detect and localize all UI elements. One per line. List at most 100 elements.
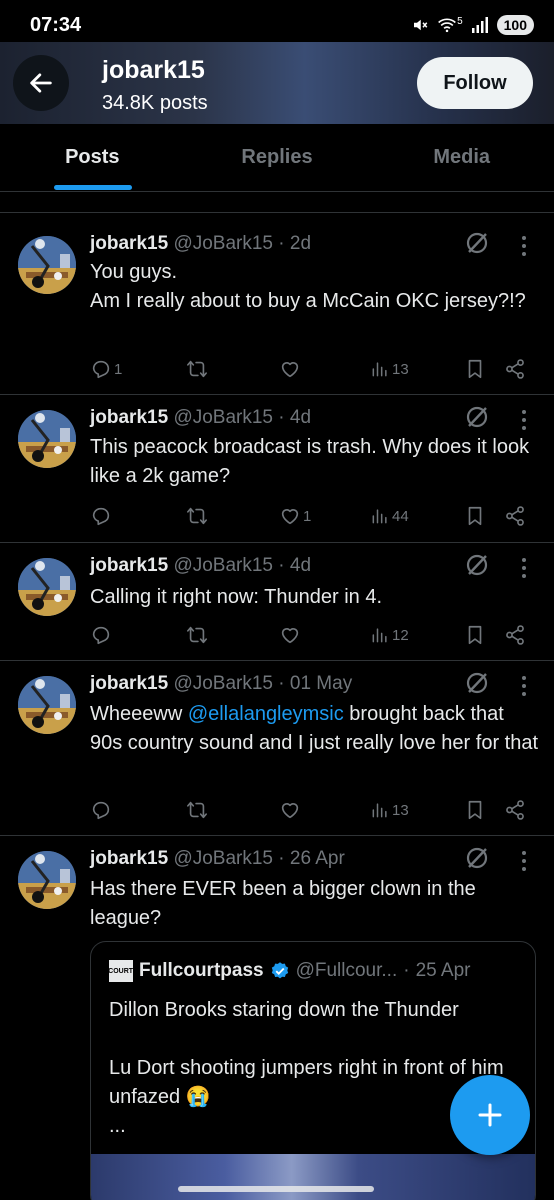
post-text: This peacock broadcast is trash. Why doe… bbox=[90, 436, 530, 487]
more-vertical-icon[interactable] bbox=[516, 555, 532, 581]
post-actions: 12 bbox=[90, 622, 534, 648]
post-text: Has there EVER been a bigger clown in th… bbox=[90, 878, 476, 929]
like-button[interactable] bbox=[279, 356, 301, 382]
view-count: 12 bbox=[392, 626, 409, 644]
author-name[interactable]: jobark15 bbox=[90, 407, 168, 428]
bookmark-button[interactable] bbox=[464, 503, 486, 529]
share-icon bbox=[504, 799, 526, 821]
post-time: 2d bbox=[289, 233, 312, 254]
share-button[interactable] bbox=[504, 503, 526, 529]
quoted-post-time: 25 Apr bbox=[415, 960, 471, 981]
avatar[interactable] bbox=[18, 851, 76, 909]
status-icons: 5 100 bbox=[411, 15, 534, 35]
quoted-media-image[interactable] bbox=[91, 1154, 535, 1200]
more-vertical-icon[interactable] bbox=[516, 407, 532, 433]
separator: · bbox=[278, 233, 290, 254]
bookmark-button[interactable] bbox=[464, 797, 486, 823]
author-handle: @JoBark15 bbox=[173, 233, 273, 254]
repost-button[interactable] bbox=[186, 356, 208, 382]
view-count: 13 bbox=[392, 360, 409, 378]
home-indicator[interactable] bbox=[178, 1186, 374, 1192]
status-time: 07:34 bbox=[30, 13, 82, 36]
post-item[interactable]: jobark15 @JoBark15 · 2d You guys. Am I r… bbox=[0, 213, 554, 394]
separator: · bbox=[403, 960, 410, 981]
post-text: You guys. Am I really about to buy a McC… bbox=[90, 258, 540, 316]
author-name[interactable]: jobark15 bbox=[90, 555, 168, 576]
reply-button[interactable]: 1 bbox=[90, 356, 122, 382]
tab-posts[interactable]: Posts bbox=[0, 124, 185, 191]
grok-icon[interactable] bbox=[464, 230, 490, 256]
repost-button[interactable] bbox=[186, 797, 208, 823]
mention-link[interactable]: @ellalangleymsic bbox=[188, 703, 344, 725]
wifi-icon bbox=[438, 18, 456, 33]
grok-icon[interactable] bbox=[464, 670, 490, 696]
avatar[interactable] bbox=[18, 410, 76, 468]
author-name[interactable]: jobark15 bbox=[90, 233, 168, 254]
like-button[interactable] bbox=[279, 622, 301, 648]
bookmark-icon bbox=[464, 624, 486, 646]
grok-icon[interactable] bbox=[464, 552, 490, 578]
repost-icon bbox=[186, 799, 208, 821]
views-button[interactable]: 44 bbox=[370, 503, 409, 529]
reply-button[interactable] bbox=[90, 797, 112, 823]
back-button[interactable] bbox=[13, 55, 69, 111]
reply-button[interactable] bbox=[90, 622, 112, 648]
like-icon bbox=[279, 799, 301, 821]
share-button[interactable] bbox=[504, 797, 526, 823]
avatar[interactable] bbox=[18, 236, 76, 294]
grok-icon[interactable] bbox=[464, 404, 490, 430]
avatar[interactable] bbox=[18, 676, 76, 734]
post-item[interactable]: jobark15 @JoBark15 · 4d Calling it right… bbox=[0, 543, 554, 660]
post-header: jobark15 @JoBark15 · 2d bbox=[90, 233, 311, 255]
views-button[interactable]: 12 bbox=[370, 622, 409, 648]
repost-button[interactable] bbox=[186, 622, 208, 648]
tab-media[interactable]: Media bbox=[369, 124, 554, 191]
post-count: 34.8K posts bbox=[102, 92, 208, 114]
author-name[interactable]: jobark15 bbox=[90, 673, 168, 694]
more-vertical-icon[interactable] bbox=[516, 233, 532, 259]
repost-button[interactable] bbox=[186, 503, 208, 529]
tab-replies[interactable]: Replies bbox=[185, 124, 370, 191]
author-name[interactable]: jobark15 bbox=[90, 848, 168, 869]
post-item[interactable]: jobark15 @JoBark15 · 01 May Wheeeww @ell… bbox=[0, 661, 554, 835]
share-button[interactable] bbox=[504, 622, 526, 648]
signal-icon bbox=[471, 17, 488, 33]
follow-button[interactable]: Follow bbox=[417, 57, 533, 109]
like-icon bbox=[279, 624, 301, 646]
views-button[interactable]: 13 bbox=[370, 797, 409, 823]
more-vertical-icon[interactable] bbox=[516, 673, 532, 699]
more-vertical-icon[interactable] bbox=[516, 848, 532, 874]
quoted-post[interactable]: FULL COURT PASS Fullcourtpass @Fullcour.… bbox=[90, 941, 536, 1200]
grok-icon[interactable] bbox=[464, 845, 490, 871]
bookmark-icon bbox=[464, 799, 486, 821]
author-handle: @JoBark15 bbox=[173, 848, 273, 869]
repost-icon bbox=[186, 624, 208, 646]
profile-name: jobark15 bbox=[102, 56, 205, 84]
separator: · bbox=[278, 848, 290, 869]
post-header: jobark15 @JoBark15 · 26 Apr bbox=[90, 848, 345, 870]
post-actions: 1 13 bbox=[90, 356, 534, 382]
bookmark-button[interactable] bbox=[464, 356, 486, 382]
profile-tabs: Posts Replies Media bbox=[0, 124, 554, 192]
views-button[interactable]: 13 bbox=[370, 356, 409, 382]
post-item[interactable]: jobark15 @JoBark15 · 4d This peacock bro… bbox=[0, 395, 554, 542]
like-icon bbox=[279, 505, 301, 527]
reply-icon bbox=[90, 505, 112, 527]
quoted-author-handle: @Fullcour... bbox=[295, 960, 398, 981]
share-icon bbox=[504, 358, 526, 380]
views-icon bbox=[370, 506, 390, 526]
reply-count: 1 bbox=[114, 360, 123, 378]
share-icon bbox=[504, 505, 526, 527]
author-handle: @JoBark15 bbox=[173, 407, 273, 428]
like-button[interactable]: 1 bbox=[279, 503, 311, 529]
author-handle: @JoBark15 bbox=[173, 555, 273, 576]
avatar[interactable] bbox=[18, 558, 76, 616]
like-button[interactable] bbox=[279, 797, 301, 823]
views-icon bbox=[370, 625, 390, 645]
reply-button[interactable] bbox=[90, 503, 112, 529]
bookmark-button[interactable] bbox=[464, 622, 486, 648]
share-icon bbox=[504, 624, 526, 646]
compose-button[interactable] bbox=[450, 1075, 530, 1155]
share-button[interactable] bbox=[504, 356, 526, 382]
post-actions: 13 bbox=[90, 797, 534, 823]
